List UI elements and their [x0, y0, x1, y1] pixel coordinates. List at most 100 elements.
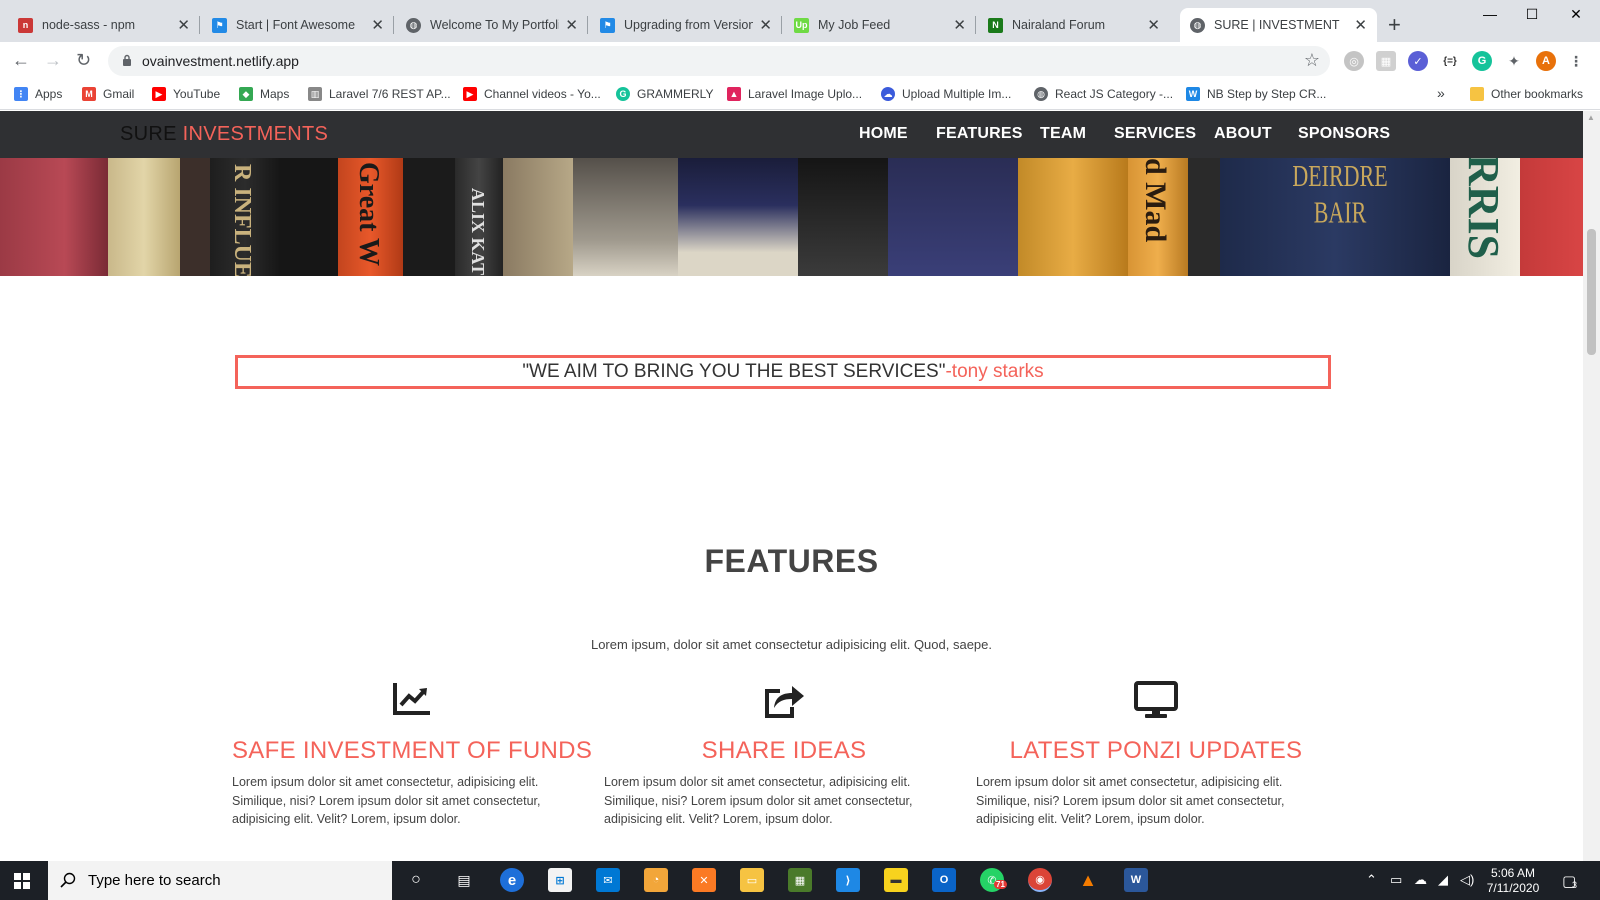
address-bar[interactable]: ovainvestment.netlify.app ☆	[108, 46, 1330, 76]
close-icon[interactable]: ✕	[1147, 16, 1160, 34]
notifications-icon[interactable]: ▢ 3	[1562, 872, 1577, 890]
nav-services[interactable]: SERVICES	[1114, 125, 1196, 143]
nav-features[interactable]: FEATURES	[936, 125, 1023, 143]
tab-2[interactable]: ◍ Welcome To My Portfolio ✕	[396, 8, 588, 42]
forward-arrow-icon[interactable]: →	[44, 50, 62, 71]
tab-0[interactable]: n node-sass - npm ✕	[8, 8, 200, 42]
features-heading: FEATURES	[704, 543, 879, 579]
bookmark-laravel-image[interactable]: ▲ Laravel Image Uplo...	[727, 87, 862, 101]
profile-initial: A	[1542, 55, 1550, 67]
bookmark-channel-videos[interactable]: ▶ Channel videos - Yo...	[463, 87, 601, 101]
tab-1[interactable]: ⚑ Start | Font Awesome ✕	[202, 8, 394, 42]
minimize-button[interactable]: —	[1470, 6, 1510, 22]
grammarly-icon: G	[616, 87, 630, 101]
bookmark-gmail[interactable]: M Gmail	[82, 87, 134, 101]
bookmark-label: NB Step by Step CR...	[1207, 87, 1327, 101]
word-icon[interactable]: W	[1124, 868, 1148, 892]
grammarly-icon[interactable]: G	[1472, 51, 1492, 71]
nav-team[interactable]: TEAM	[1040, 125, 1086, 143]
nav-sponsors[interactable]: SPONSORS	[1298, 125, 1390, 143]
globe-icon: ◍	[1034, 87, 1048, 101]
onedrive-icon[interactable]: ☁	[1414, 872, 1427, 888]
book-spine-image	[888, 158, 1018, 276]
overflow-label: »	[1437, 85, 1445, 101]
vlc-icon[interactable]: ▲	[1076, 868, 1100, 892]
bookmark-apps[interactable]: ⋮ Apps	[14, 87, 62, 101]
edge-icon[interactable]: e	[500, 868, 524, 892]
close-icon[interactable]: ✕	[759, 16, 772, 34]
cortana-icon[interactable]: ○	[404, 868, 428, 892]
nav-about[interactable]: ABOUT	[1214, 125, 1272, 143]
window-close-button[interactable]: ✕	[1556, 6, 1596, 23]
close-icon[interactable]: ✕	[177, 16, 190, 34]
taskbar-clock[interactable]: 5:06 AM 7/11/2020	[1473, 866, 1553, 896]
bookmark-maps[interactable]: ◆ Maps	[239, 87, 289, 101]
windows-start-icon[interactable]	[14, 873, 30, 889]
book-spine-image	[1188, 158, 1220, 276]
extension-icon[interactable]: ✓	[1408, 51, 1428, 71]
bookmark-label: Channel videos - Yo...	[484, 87, 601, 101]
mail-icon[interactable]: ✉	[596, 868, 620, 892]
xampp-icon[interactable]: ✕	[692, 868, 716, 892]
bookmark-react-js[interactable]: ◍ React JS Category -...	[1034, 87, 1173, 101]
tab-4[interactable]: Up My Job Feed ✕	[784, 8, 976, 42]
tab-title: SURE | INVESTMENT	[1214, 18, 1340, 32]
back-arrow-icon[interactable]: ←	[12, 50, 30, 71]
tab-6-active[interactable]: ◍ SURE | INVESTMENT ✕	[1180, 8, 1377, 42]
reload-icon[interactable]: ↻	[76, 50, 91, 71]
vscode-icon[interactable]: ⟩	[836, 868, 860, 892]
bookmarks-bar: ⋮ Apps M Gmail ▶ YouTube ◆ Maps ▥ Laravel 7/6…	[0, 80, 1600, 110]
wifi-icon[interactable]: ◢	[1438, 872, 1448, 888]
bookmark-grammerly[interactable]: G GRAMMERLY	[616, 87, 713, 101]
bookmark-upload-multiple[interactable]: ☁ Upload Multiple Im...	[881, 87, 1011, 101]
spine-text: d Mad	[1139, 158, 1172, 243]
nav-home[interactable]: HOME	[859, 125, 908, 143]
bookmark-nb-step[interactable]: W NB Step by Step CR...	[1186, 87, 1326, 101]
tray-chevron-icon[interactable]: ⌃	[1366, 872, 1377, 888]
extensions-puzzle-icon[interactable]: ✦	[1504, 51, 1524, 71]
outlook-icon[interactable]: O	[932, 868, 956, 892]
bookmark-laravel-rest[interactable]: ▥ Laravel 7/6 REST AP...	[308, 87, 451, 101]
new-tab-button[interactable]: +	[1388, 12, 1401, 38]
maximize-button[interactable]: ☐	[1512, 6, 1552, 23]
close-icon[interactable]: ✕	[1354, 16, 1367, 34]
bookmark-youtube[interactable]: ▶ YouTube	[152, 87, 220, 101]
extension-icon[interactable]: ▦	[1376, 51, 1396, 71]
close-icon[interactable]: ✕	[565, 16, 578, 34]
file-explorer-icon[interactable]: ▭	[740, 868, 764, 892]
book-spine-image: DEIRDRE BAIR	[1220, 158, 1450, 276]
taskbar-search-box[interactable]: Type here to search	[48, 861, 392, 900]
tab-title: node-sass - npm	[42, 18, 136, 32]
extension-icon[interactable]: ◎	[1344, 51, 1364, 71]
maps-icon: ◆	[239, 87, 253, 101]
book-spine-image: R INFLUEN	[210, 158, 280, 276]
tab-5[interactable]: N Nairaland Forum ✕	[978, 8, 1170, 42]
bookmark-label: Upload Multiple Im...	[902, 87, 1012, 101]
tab-3[interactable]: ⚑ Upgrading from Version ✕	[590, 8, 782, 42]
feature-text: Lorem ipsum dolor sit amet consectetur, …	[604, 775, 913, 826]
bookmark-star-icon[interactable]: ☆	[1304, 50, 1320, 71]
menu-kebab-icon[interactable]: ⋮	[1566, 51, 1586, 71]
scroll-up-arrow-icon[interactable]: ▲	[1587, 113, 1595, 122]
profile-avatar[interactable]: A	[1536, 51, 1556, 71]
extension-icon[interactable]: {=}	[1440, 51, 1460, 71]
chrome-icon[interactable]: ◉	[1028, 868, 1052, 892]
close-icon[interactable]: ✕	[953, 16, 966, 34]
site-brand[interactable]: SURE INVESTMENTS	[120, 123, 328, 146]
page-scrollbar[interactable]: ▲	[1583, 111, 1600, 861]
battery-icon[interactable]: ▭	[1390, 872, 1402, 888]
app-icon[interactable]: ◔	[644, 868, 668, 892]
app-icon[interactable]: ▦	[788, 868, 812, 892]
bookmarks-overflow-button[interactable]: »	[1437, 85, 1445, 101]
sticky-notes-icon[interactable]: ▬	[884, 868, 908, 892]
close-icon[interactable]: ✕	[371, 16, 384, 34]
store-icon[interactable]: ⊞	[548, 868, 572, 892]
bookmark-label: Gmail	[103, 87, 135, 101]
tab-separator	[587, 16, 588, 34]
features-subtitle: Lorem ipsum, dolor sit amet consectetur …	[590, 637, 993, 652]
task-view-icon[interactable]: ▤	[452, 868, 476, 892]
whatsapp-icon[interactable]: ✆ 71	[980, 868, 1007, 892]
scrollbar-thumb[interactable]	[1587, 229, 1596, 355]
other-bookmarks[interactable]: Other bookmarks	[1470, 87, 1583, 101]
cloud-icon: ☁	[881, 87, 895, 101]
